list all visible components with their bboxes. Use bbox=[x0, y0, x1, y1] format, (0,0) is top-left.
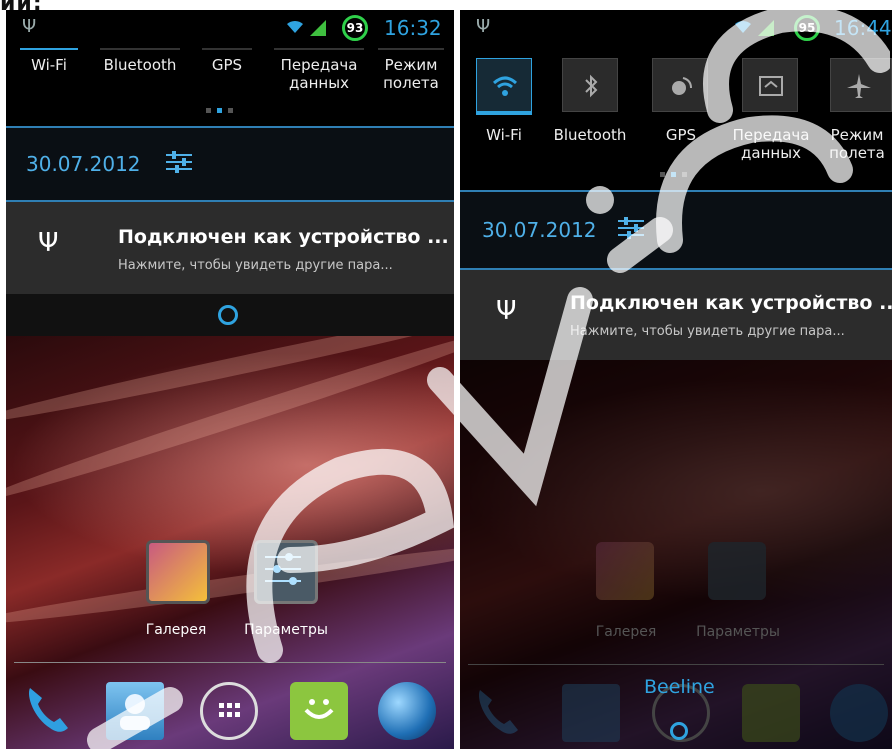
clock: 16:32 bbox=[384, 16, 442, 40]
status-bar: Ψ 93 16:32 bbox=[6, 10, 454, 46]
bluetooth-toggle[interactable]: Bluetooth bbox=[100, 48, 180, 74]
messaging-icon bbox=[742, 684, 800, 742]
mobile-data-icon bbox=[759, 76, 783, 96]
notification-title: Подключен как устройство ... bbox=[570, 292, 892, 314]
date-bar: 30.07.2012 bbox=[6, 128, 454, 200]
usb-notification[interactable]: Ψ Подключен как устройство ... Нажмите, … bbox=[6, 202, 454, 294]
settings-icon[interactable] bbox=[254, 540, 318, 604]
gps-toggle[interactable] bbox=[652, 58, 708, 112]
battery-icon: 93 bbox=[342, 15, 368, 41]
usb-status-icon: Ψ bbox=[476, 16, 491, 37]
battery-icon: 95 bbox=[794, 15, 820, 41]
browser-globe-icon bbox=[830, 684, 888, 742]
gallery-icon[interactable] bbox=[146, 540, 210, 604]
airplane-mode-label: Режим полета bbox=[829, 126, 885, 162]
mobile-data-label: Передача данных bbox=[732, 126, 810, 162]
browser-globe-icon[interactable] bbox=[378, 682, 436, 740]
notification-text: Нажмите, чтобы увидеть другие пара... bbox=[118, 258, 393, 273]
airplane-mode-toggle[interactable] bbox=[830, 58, 892, 112]
wifi-label: Wi-Fi bbox=[486, 126, 522, 144]
airplane-mode-toggle[interactable]: Режим полета bbox=[378, 48, 444, 92]
contacts-icon bbox=[562, 684, 620, 742]
gps-label: GPS bbox=[665, 126, 697, 144]
phone-icon bbox=[470, 682, 528, 740]
date-label: 30.07.2012 bbox=[26, 152, 141, 176]
gps-toggle[interactable]: GPS bbox=[202, 48, 252, 74]
signal-icon bbox=[758, 20, 774, 36]
bluetooth-label: Bluetooth bbox=[553, 126, 627, 144]
settings-icon bbox=[708, 542, 766, 600]
gallery-label: Галерея bbox=[595, 624, 657, 640]
toggle-page-indicator bbox=[660, 172, 687, 177]
drag-handle-icon[interactable] bbox=[670, 722, 688, 740]
notification-title: Подключен как устройство ... bbox=[118, 226, 449, 248]
clock: 16:44 bbox=[834, 16, 892, 40]
gps-satellite-icon bbox=[672, 77, 692, 95]
wifi-status-icon bbox=[735, 20, 751, 33]
mobile-data-toggle[interactable] bbox=[742, 58, 798, 112]
usb-icon: Ψ bbox=[496, 296, 517, 326]
date-bar: 30.07.2012 bbox=[460, 192, 892, 268]
settings-label: Параметры bbox=[244, 622, 328, 638]
carrier-label: Beeline bbox=[644, 676, 715, 698]
phone-screen-left: Ψ 93 16:32 Wi-Fi Bluetooth GPS Передача … bbox=[6, 10, 454, 749]
settings-label: Параметры bbox=[696, 624, 780, 640]
wifi-toggle[interactable] bbox=[476, 58, 532, 112]
airplane-icon bbox=[847, 74, 871, 98]
app-drawer-icon[interactable] bbox=[200, 682, 258, 740]
status-bar: Ψ 95 16:44 bbox=[460, 10, 892, 46]
wifi-icon bbox=[492, 76, 518, 96]
settings-sliders-icon[interactable] bbox=[164, 150, 194, 174]
gallery-label: Галерея bbox=[145, 622, 207, 638]
date-label: 30.07.2012 bbox=[482, 218, 597, 242]
usb-status-icon: Ψ bbox=[22, 16, 37, 37]
usb-notification[interactable]: Ψ Подключен как устройство ... Нажмите, … bbox=[460, 270, 892, 360]
messaging-icon[interactable] bbox=[290, 682, 348, 740]
wifi-status-icon bbox=[287, 20, 303, 33]
phone-screen-right: Ψ 95 16:44 Wi-Fi Bluetooth GPS Передача … bbox=[460, 10, 892, 749]
drag-handle-icon[interactable] bbox=[218, 305, 238, 325]
phone-icon[interactable] bbox=[20, 680, 78, 738]
bluetooth-toggle[interactable] bbox=[562, 58, 618, 112]
wifi-toggle[interactable]: Wi-Fi bbox=[20, 48, 78, 74]
notification-text: Нажмите, чтобы увидеть другие пара... bbox=[570, 324, 845, 339]
usb-icon: Ψ bbox=[38, 228, 59, 258]
mobile-data-toggle[interactable]: Передача данных bbox=[274, 48, 364, 92]
toggle-page-indicator bbox=[206, 108, 233, 113]
gallery-icon bbox=[596, 542, 654, 600]
signal-icon bbox=[310, 20, 326, 36]
shade-handle-bar[interactable] bbox=[6, 294, 454, 336]
contacts-icon[interactable] bbox=[106, 682, 164, 740]
settings-sliders-icon[interactable] bbox=[616, 216, 646, 240]
bluetooth-icon bbox=[585, 74, 598, 98]
